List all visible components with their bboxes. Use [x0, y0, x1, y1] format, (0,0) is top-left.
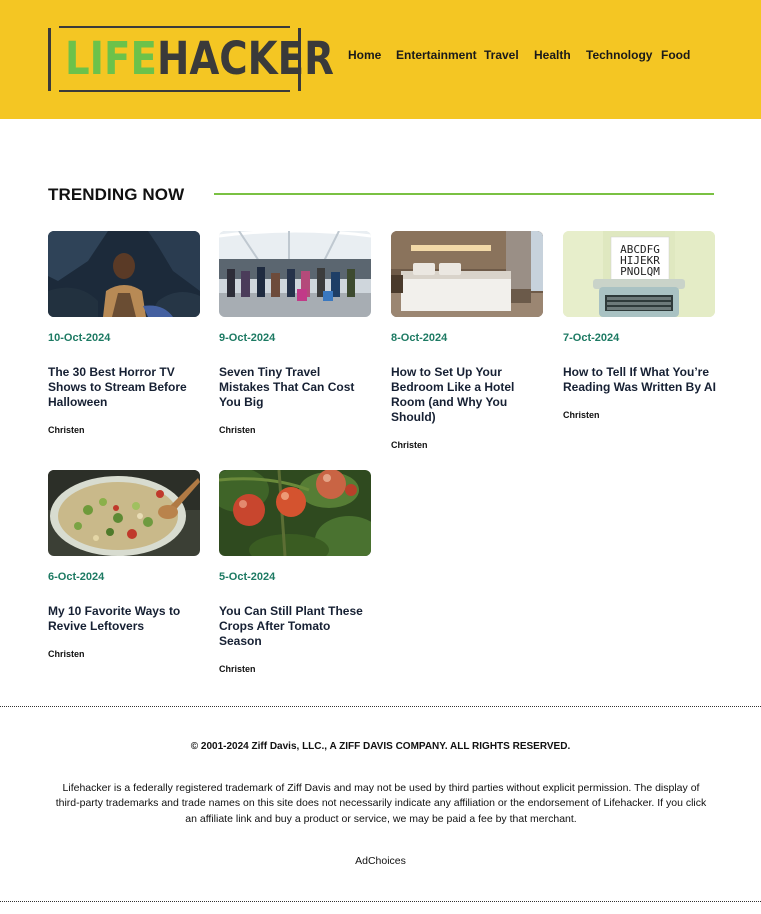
trending-rule: [214, 193, 714, 195]
airport-thumbnail[interactable]: [219, 231, 371, 317]
article-author[interactable]: Christen: [563, 410, 600, 420]
logo-word-hacker: HACKER: [156, 32, 334, 85]
typewriter-line-3: PNOLQM: [620, 265, 660, 278]
article-date: 10-Oct-2024: [48, 332, 111, 344]
typewriter-thumbnail[interactable]: ABCDFG HIJEKR PNOLQM: [563, 231, 715, 317]
article-title[interactable]: The 30 Best Horror TV Shows to Stream Be…: [48, 365, 202, 410]
footer-legal-text: Lifehacker is a federally registered tra…: [55, 782, 707, 825]
nav-travel[interactable]: Travel: [484, 48, 519, 62]
article-title[interactable]: My 10 Favorite Ways to Revive Leftovers: [48, 604, 202, 634]
site-header: LIFEHACKER Home Entertainment Travel Hea…: [0, 0, 761, 119]
logo-wordmark: LIFEHACKER: [65, 32, 334, 86]
hotel-bedroom-image: [391, 231, 543, 317]
article-card-horror[interactable]: 10-Oct-2024 The 30 Best Horror TV Shows …: [48, 231, 200, 435]
article-date: 5-Oct-2024: [219, 571, 276, 583]
article-author[interactable]: Christen: [219, 664, 256, 674]
article-card-travel[interactable]: 9-Oct-2024 Seven Tiny Travel Mistakes Th…: [219, 231, 371, 435]
article-card-ai[interactable]: ABCDFG HIJEKR PNOLQM 7-Oct-2024 How to T…: [563, 231, 716, 420]
article-date: 8-Oct-2024: [391, 332, 448, 344]
nav-technology[interactable]: Technology: [586, 48, 652, 62]
article-title[interactable]: How to Tell If What You’re Reading Was W…: [563, 365, 717, 395]
article-author[interactable]: Christen: [48, 425, 85, 435]
tomato-plant-thumbnail[interactable]: [219, 470, 371, 556]
logo-bottom-line: [59, 90, 290, 92]
trending-title: TRENDING NOW: [48, 185, 185, 204]
logo-left-bar: [48, 28, 51, 91]
article-title[interactable]: You Can Still Plant These Crops After To…: [219, 604, 373, 649]
article-author[interactable]: Christen: [391, 440, 428, 450]
horror-movie-thumbnail[interactable]: [48, 231, 200, 317]
horror-movie-image: [48, 231, 200, 317]
logo-word-life: LIFE: [65, 32, 157, 85]
article-author[interactable]: Christen: [48, 649, 85, 659]
leftovers-salad-image: [48, 470, 200, 556]
nav-health[interactable]: Health: [534, 48, 571, 62]
typewriter-image: ABCDFG HIJEKR PNOLQM: [563, 231, 715, 317]
article-card-leftovers[interactable]: 6-Oct-2024 My 10 Favorite Ways to Revive…: [48, 470, 200, 659]
hotel-bedroom-thumbnail[interactable]: [391, 231, 543, 317]
leftovers-salad-thumbnail[interactable]: [48, 470, 200, 556]
article-card-tomato[interactable]: 5-Oct-2024 You Can Still Plant These Cro…: [219, 470, 371, 674]
adchoices-link[interactable]: AdChoices: [0, 855, 761, 867]
article-title[interactable]: How to Set Up Your Bedroom Like a Hotel …: [391, 365, 545, 425]
lifehacker-logo[interactable]: LIFEHACKER: [48, 26, 334, 92]
footer-bottom-divider: [0, 901, 761, 902]
article-date: 7-Oct-2024: [563, 332, 620, 344]
nav-entertainment[interactable]: Entertainment: [396, 48, 477, 62]
article-author[interactable]: Christen: [219, 425, 256, 435]
airport-image: [219, 231, 371, 317]
article-card-bedroom[interactable]: 8-Oct-2024 How to Set Up Your Bedroom Li…: [391, 231, 543, 450]
footer-copyright: © 2001-2024 Ziff Davis, LLC., A ZIFF DAV…: [190, 741, 571, 752]
nav-food[interactable]: Food: [661, 48, 690, 62]
nav-home[interactable]: Home: [348, 48, 381, 62]
article-date: 6-Oct-2024: [48, 571, 105, 583]
article-date: 9-Oct-2024: [219, 332, 276, 344]
tomato-plant-image: [219, 470, 371, 556]
logo-top-line: [59, 26, 290, 28]
footer-top-divider: [0, 706, 761, 707]
article-title[interactable]: Seven Tiny Travel Mistakes That Can Cost…: [219, 365, 373, 410]
